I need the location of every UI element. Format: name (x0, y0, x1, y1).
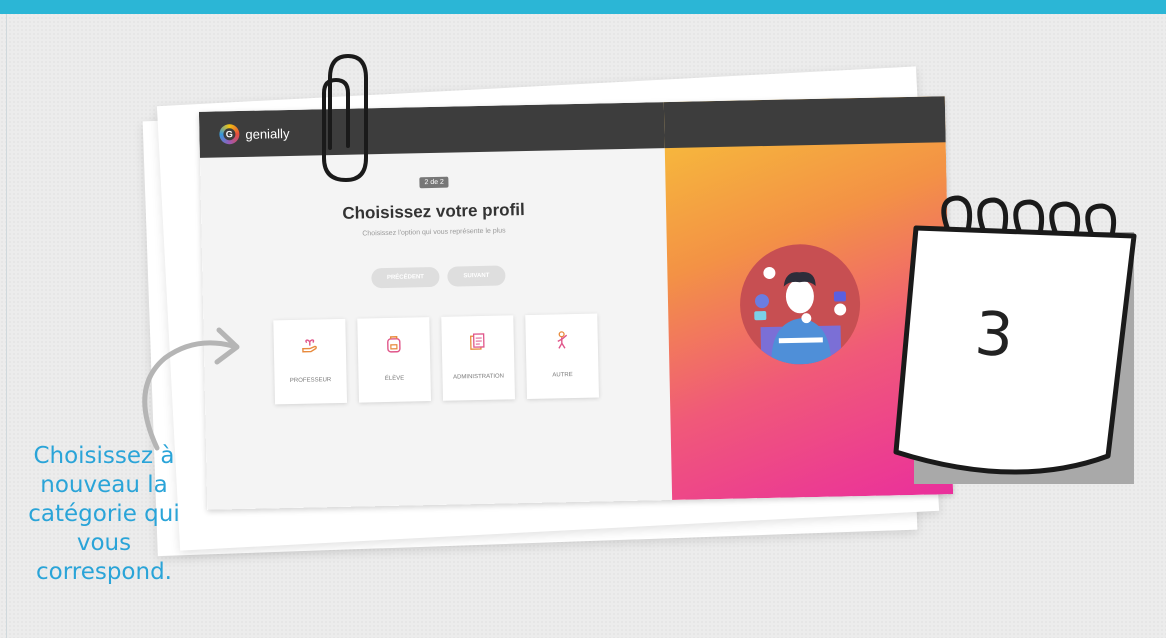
profile-panel: G genially 2 de 2 Choisissez votre profi… (198, 102, 673, 510)
documents-icon (470, 333, 485, 350)
step-badge: 2 de 2 (419, 176, 450, 189)
profile-card-eleve[interactable]: ÉLÈVE (357, 317, 432, 403)
illustration-header (663, 96, 946, 149)
profile-card-autre[interactable]: AUTRE (525, 313, 599, 400)
page-subtitle: Choisissez l'option qui vous représente … (362, 227, 506, 238)
genially-logo-icon: G (219, 124, 240, 145)
profile-card-administration[interactable]: ADMINISTRATION (441, 315, 516, 401)
profile-label: ADMINISTRATION (453, 373, 505, 381)
profile-label: AUTRE (552, 372, 573, 379)
person-icon (557, 331, 568, 349)
character-illustration (738, 243, 862, 366)
left-border-line (6, 14, 7, 638)
instruction-caption: Choisissez à nouveau la catégorie qui vo… (28, 443, 180, 585)
next-button[interactable]: SUIVANT (447, 265, 506, 287)
previous-button[interactable]: PRÉCÉDENT (371, 266, 440, 289)
backpack-icon (387, 336, 401, 353)
logo-text: genially (245, 125, 290, 142)
profile-label: PROFESSEUR (289, 377, 332, 385)
hand-plant-icon (302, 339, 317, 353)
profile-label: ÉLÈVE (384, 375, 405, 383)
curved-arrow-icon (142, 327, 240, 451)
top-accent-bar (0, 0, 1166, 14)
profile-card-professeur[interactable]: PROFESSEUR (273, 318, 348, 405)
page-title: Choisissez votre profil (342, 200, 525, 223)
app-header: G genially (198, 102, 665, 158)
paperclip-icon (322, 53, 368, 183)
calendar-number: 3 (972, 298, 1016, 372)
genially-logo[interactable]: G genially (219, 123, 290, 145)
